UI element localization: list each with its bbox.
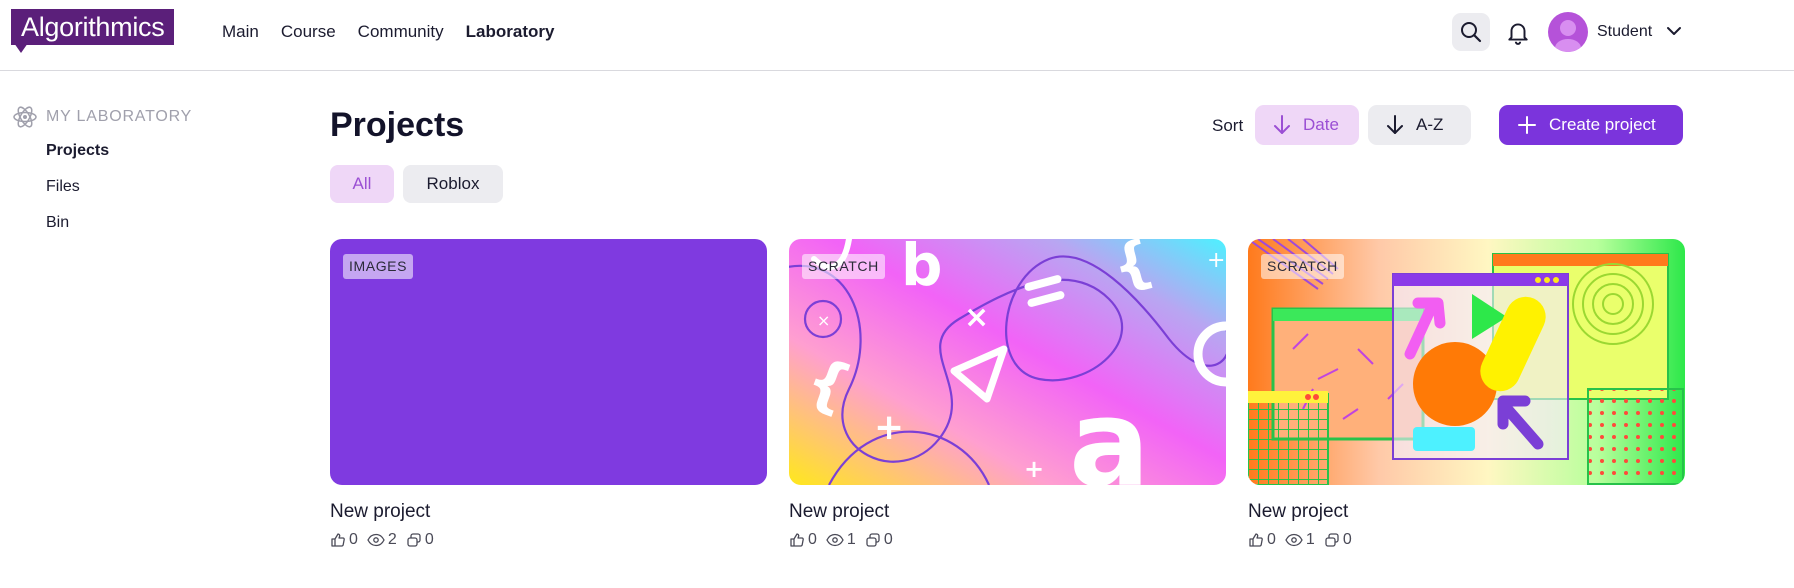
svg-text:×: × bbox=[964, 300, 989, 335]
avatar[interactable] bbox=[1548, 12, 1588, 52]
svg-text:+: + bbox=[1024, 455, 1044, 483]
chevron-down-icon[interactable] bbox=[1665, 22, 1683, 40]
copy-icon bbox=[407, 533, 421, 547]
logo-tail bbox=[14, 43, 28, 53]
sort-az-label: A-Z bbox=[1416, 115, 1444, 134]
svg-text:+: + bbox=[874, 407, 904, 448]
project-type-tag: SCRATCH bbox=[1261, 254, 1344, 279]
svg-text:b: b bbox=[901, 239, 943, 299]
project-card: SCRATCH New project 0 1 0 bbox=[1248, 239, 1685, 549]
search-button[interactable] bbox=[1452, 13, 1490, 51]
copies-count: 0 bbox=[424, 531, 434, 548]
project-card: × b × { { + a + + SCRATCH New project 0 … bbox=[789, 239, 1226, 549]
create-project-label: Create project bbox=[1549, 115, 1656, 134]
copy-icon bbox=[1325, 533, 1339, 547]
project-title[interactable]: New project bbox=[789, 501, 1226, 523]
plus-icon bbox=[1518, 116, 1536, 134]
copy-icon bbox=[866, 533, 880, 547]
likes-count: 0 bbox=[349, 531, 358, 548]
project-thumbnail[interactable]: SCRATCH bbox=[1248, 239, 1685, 485]
copies-count: 0 bbox=[883, 531, 893, 548]
thumbs-up-icon bbox=[331, 533, 345, 547]
views-stat: 2 bbox=[367, 531, 397, 549]
filter-all[interactable]: All bbox=[330, 165, 394, 203]
views-count: 1 bbox=[846, 531, 856, 548]
sidebar-item-files[interactable]: Files bbox=[46, 178, 80, 196]
likes-count: 0 bbox=[1267, 531, 1276, 548]
project-stats: 0 1 0 bbox=[1248, 531, 1685, 549]
svg-text:a: a bbox=[1069, 375, 1150, 485]
nav-main[interactable]: Main bbox=[222, 22, 259, 42]
logo[interactable]: Algorithmics bbox=[11, 9, 175, 45]
nav-laboratory[interactable]: Laboratory bbox=[466, 22, 555, 42]
filter-roblox[interactable]: Roblox bbox=[403, 165, 503, 203]
bell-icon bbox=[1508, 23, 1528, 45]
nav-course[interactable]: Course bbox=[281, 22, 336, 42]
page-title: Projects bbox=[330, 106, 465, 144]
project-card: IMAGES New project 0 2 0 bbox=[330, 239, 767, 549]
project-stats: 0 2 0 bbox=[330, 531, 767, 549]
copies-stat: 0 bbox=[1324, 531, 1352, 549]
arrow-down-icon bbox=[1387, 115, 1403, 134]
project-title[interactable]: New project bbox=[1248, 501, 1685, 523]
sidebar-item-projects[interactable]: Projects bbox=[46, 142, 109, 160]
eye-icon bbox=[1285, 533, 1303, 547]
search-icon bbox=[1461, 22, 1482, 43]
sort-date-button[interactable]: Date bbox=[1255, 105, 1359, 145]
views-count: 1 bbox=[1305, 531, 1315, 548]
likes-stat: 0 bbox=[330, 531, 358, 549]
sidebar-item-bin[interactable]: Bin bbox=[46, 214, 69, 232]
sort-az-button[interactable]: A-Z bbox=[1368, 105, 1471, 145]
sidebar-heading: MY LABORATORY bbox=[12, 104, 192, 130]
copies-stat: 0 bbox=[865, 531, 893, 549]
sort-label: Sort bbox=[1212, 116, 1244, 135]
svg-text:+: + bbox=[1207, 248, 1225, 273]
views-stat: 1 bbox=[1285, 531, 1315, 549]
likes-stat: 0 bbox=[1248, 531, 1276, 549]
project-type-tag: IMAGES bbox=[343, 254, 414, 279]
project-thumbnail[interactable]: IMAGES bbox=[330, 239, 767, 485]
nav-community[interactable]: Community bbox=[358, 22, 444, 42]
thumbs-up-icon bbox=[790, 533, 804, 547]
project-thumbnail[interactable]: × b × { { + a + + SCRATCH bbox=[789, 239, 1226, 485]
views-count: 2 bbox=[387, 531, 397, 548]
project-type-tag: SCRATCH bbox=[802, 254, 885, 279]
project-title[interactable]: New project bbox=[330, 501, 767, 523]
user-name[interactable]: Student bbox=[1597, 23, 1652, 41]
views-stat: 1 bbox=[826, 531, 856, 549]
thumbs-up-icon bbox=[1249, 533, 1263, 547]
eye-icon bbox=[367, 533, 385, 547]
svg-text:×: × bbox=[817, 311, 830, 330]
project-stats: 0 1 0 bbox=[789, 531, 1226, 549]
main-nav: Main Course Community Laboratory bbox=[222, 0, 576, 64]
atom-icon bbox=[13, 106, 37, 128]
sidebar-heading-label: MY LABORATORY bbox=[46, 108, 193, 125]
user-icon bbox=[1555, 20, 1581, 52]
sort-date-label: Date bbox=[1303, 115, 1339, 134]
copies-count: 0 bbox=[1342, 531, 1352, 548]
arrow-down-icon bbox=[1274, 115, 1290, 134]
likes-stat: 0 bbox=[789, 531, 817, 549]
eye-icon bbox=[826, 533, 844, 547]
notifications-button[interactable] bbox=[1499, 13, 1537, 51]
create-project-button[interactable]: Create project bbox=[1499, 105, 1683, 145]
copies-stat: 0 bbox=[406, 531, 434, 549]
likes-count: 0 bbox=[808, 531, 817, 548]
top-header: Algorithmics Main Course Community Labor… bbox=[0, 0, 1794, 71]
